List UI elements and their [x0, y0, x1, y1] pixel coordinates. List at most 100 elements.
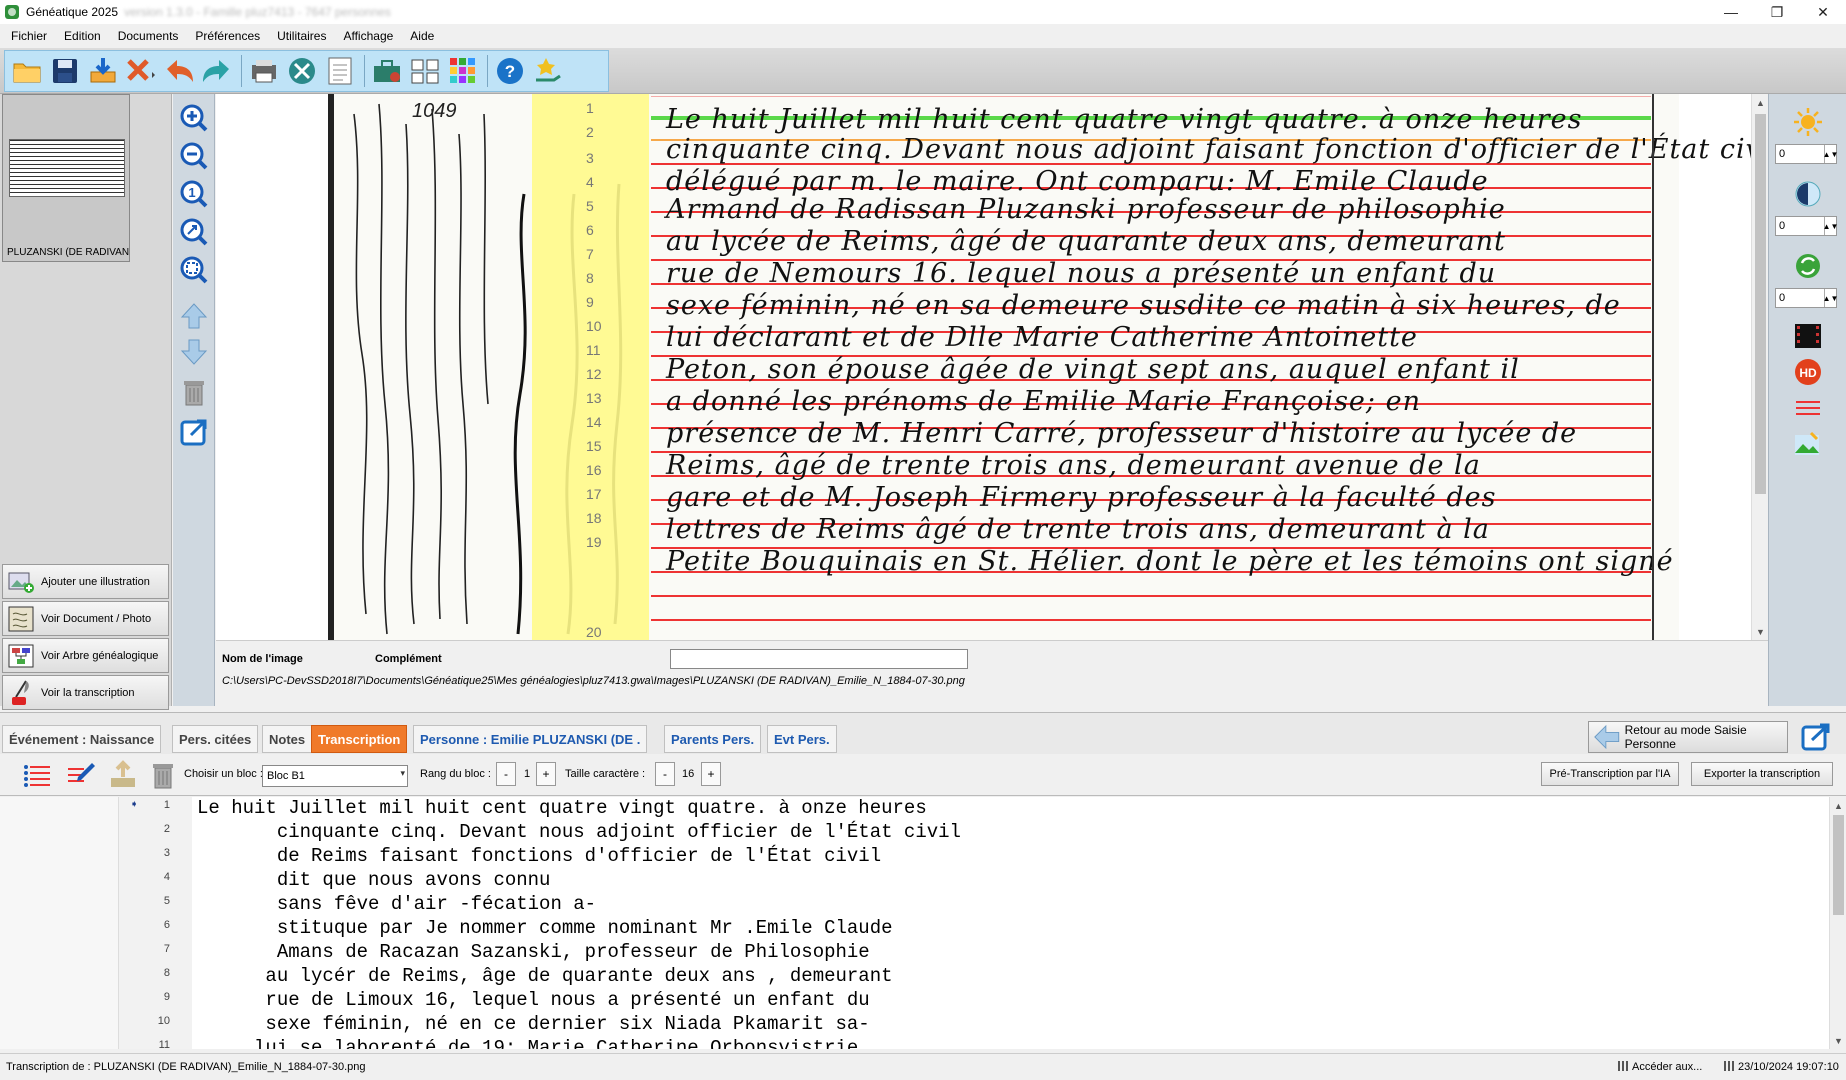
- tools-button[interactable]: [284, 53, 320, 89]
- image-viewer[interactable]: 1049 1 2 3 4 5 6 7 8 9 10 11 12 13 14 15…: [216, 94, 1768, 640]
- scrollbar-thumb[interactable]: [1755, 114, 1766, 494]
- tab-parents[interactable]: Parents Pers.: [664, 725, 762, 753]
- maximize-button[interactable]: ❐: [1754, 0, 1800, 24]
- chevron-down-icon: ▾: [400, 768, 405, 778]
- transcription-line[interactable]: stituque par Je nommer comme nominant Mr…: [197, 917, 893, 939]
- rank-decrement-button[interactable]: -: [496, 762, 516, 786]
- edit-lines-button[interactable]: [64, 758, 98, 792]
- rotate-button[interactable]: [1792, 250, 1824, 282]
- transcription-line[interactable]: cinquante cinq. Devant nous adjoint offi…: [197, 821, 961, 843]
- menu-documents[interactable]: Documents: [112, 29, 185, 43]
- return-label: Retour au mode Saisie Personne: [1624, 723, 1747, 751]
- zoom-in-button[interactable]: [178, 102, 210, 134]
- move-up-button[interactable]: [178, 300, 210, 332]
- transcription-line[interactable]: Amans de Racazan Sazanski, professeur de…: [197, 941, 870, 963]
- open-folder-button[interactable]: [9, 53, 45, 89]
- redo-button[interactable]: [199, 53, 235, 89]
- zoom-toolbar: 1: [173, 94, 215, 706]
- brightness-button[interactable]: [1792, 106, 1824, 138]
- film-button[interactable]: [1792, 320, 1824, 352]
- contrast-button[interactable]: [1792, 178, 1824, 210]
- upload-block-button[interactable]: [106, 758, 140, 792]
- tab-person[interactable]: Personne : Emilie PLUZANSKI (DE .: [413, 725, 648, 753]
- handwritten-line: délégué par m. le maire. Ont comparu: M.…: [666, 166, 1489, 197]
- transcription-line[interactable]: de Reims faisant fonctions d'officier de…: [197, 845, 881, 867]
- menu-fichier[interactable]: Fichier: [5, 29, 53, 43]
- transcription-line[interactable]: dit que nous avons connu: [197, 869, 551, 891]
- export-transcription-button[interactable]: Exporter la transcription: [1691, 762, 1833, 786]
- ai-pretranscription-button[interactable]: Pré-Transcription par l'IA: [1541, 762, 1679, 786]
- color-grid-button[interactable]: [445, 53, 481, 89]
- transcription-line[interactable]: sans fêve d'air -fécation a-: [197, 893, 596, 915]
- block-select[interactable]: Bloc B1 ▾: [262, 765, 408, 787]
- delete-image-button[interactable]: [178, 376, 210, 408]
- document-button[interactable]: [322, 53, 358, 89]
- view-tree-button[interactable]: Voir Arbre généalogique: [2, 638, 169, 673]
- undo-button[interactable]: [161, 53, 197, 89]
- brightness-spinner[interactable]: 0 ▲▼: [1775, 144, 1838, 164]
- view-document-button[interactable]: Voir Document / Photo: [2, 601, 169, 636]
- import-button[interactable]: [85, 53, 121, 89]
- contrast-spinner[interactable]: 0 ▲▼: [1775, 216, 1838, 236]
- zoom-fit-button[interactable]: [178, 216, 210, 248]
- menu-utilitaires[interactable]: Utilitaires: [271, 29, 332, 43]
- minimize-button[interactable]: —: [1708, 0, 1754, 24]
- scrollbar-thumb[interactable]: [1833, 815, 1844, 915]
- spinner-arrows-icon[interactable]: ▲▼: [1823, 217, 1838, 235]
- font-size-decrement-button[interactable]: -: [655, 762, 675, 786]
- cancel-tool-button[interactable]: [123, 53, 159, 89]
- add-illustration-button[interactable]: Ajouter une illustration: [2, 564, 169, 599]
- transcription-line[interactable]: Le huit Juillet mil huit cent quatre vin…: [197, 797, 927, 819]
- view-transcription-button[interactable]: Voir la transcription: [2, 675, 169, 710]
- tab-event-person[interactable]: Evt Pers.: [767, 725, 837, 753]
- help-button[interactable]: ?: [492, 53, 528, 89]
- transcription-line[interactable]: sexe féminin, né en ce dernier six Niada…: [197, 1013, 869, 1035]
- viewer-scrollbar[interactable]: ▲ ▼: [1751, 94, 1768, 640]
- rank-increment-button[interactable]: +: [536, 762, 556, 786]
- zoom-actual-size-button[interactable]: 1: [178, 178, 210, 210]
- spinner-arrows-icon[interactable]: ▲▼: [1823, 145, 1838, 163]
- zoom-page-button[interactable]: [178, 254, 210, 286]
- tab-event[interactable]: Événement : Naissance: [2, 725, 162, 753]
- menu-aide[interactable]: Aide: [404, 29, 440, 43]
- scroll-up-icon[interactable]: ▲: [1752, 94, 1768, 111]
- menu-affichage[interactable]: Affichage: [337, 29, 399, 43]
- tab-cited-persons[interactable]: Pers. citées: [172, 725, 259, 753]
- rotation-spinner[interactable]: 0 ▲▼: [1775, 288, 1838, 308]
- open-external-button[interactable]: [178, 416, 210, 448]
- transcription-line[interactable]: lui se laborenté de 19: Marie Catherine …: [197, 1037, 858, 1049]
- guide-line: [651, 595, 1651, 597]
- image-edit-button[interactable]: [1792, 428, 1824, 460]
- scroll-down-icon[interactable]: ▼: [1830, 1032, 1846, 1049]
- transcription-editor[interactable]: ➧ 1 2 3 4 5 6 7 8 9 10 11 Le huit Juille…: [0, 797, 1846, 1049]
- transcription-line[interactable]: rue de Limoux 16, lequel nous a présenté…: [197, 989, 869, 1011]
- spinner-arrows-icon[interactable]: ▲▼: [1823, 289, 1838, 307]
- list-lines-button[interactable]: [20, 758, 54, 792]
- hd-button[interactable]: HD: [1792, 356, 1824, 388]
- save-button[interactable]: [47, 53, 83, 89]
- briefcase-button[interactable]: [369, 53, 405, 89]
- move-down-button[interactable]: [178, 336, 210, 368]
- transcription-line[interactable]: au lycér de Reims, âge de quarante deux …: [197, 965, 892, 987]
- print-button[interactable]: [246, 53, 282, 89]
- font-size-increment-button[interactable]: +: [701, 762, 721, 786]
- return-to-person-button[interactable]: Retour au mode Saisie Personne: [1588, 721, 1788, 753]
- delete-block-button[interactable]: [146, 758, 180, 792]
- zoom-out-button[interactable]: [178, 140, 210, 172]
- tab-transcription[interactable]: Transcription: [311, 725, 408, 753]
- scroll-up-icon[interactable]: ▲: [1830, 797, 1846, 814]
- tab-notes[interactable]: Notes: [262, 725, 313, 753]
- close-button[interactable]: ✕: [1800, 0, 1846, 24]
- scroll-down-icon[interactable]: ▼: [1752, 623, 1768, 640]
- lines-button[interactable]: [1792, 392, 1824, 424]
- menu-edition[interactable]: Edition: [58, 29, 107, 43]
- popout-button[interactable]: [1796, 721, 1836, 753]
- line-number: 15: [586, 438, 602, 454]
- premium-button[interactable]: [530, 53, 566, 89]
- complement-input[interactable]: [670, 649, 968, 669]
- family-chart-button[interactable]: [407, 53, 443, 89]
- image-thumbnail[interactable]: PLUZANSKI (DE RADIVAN): [2, 94, 130, 262]
- menu-preferences[interactable]: Préférences: [189, 29, 266, 43]
- editor-scrollbar[interactable]: ▲ ▼: [1829, 797, 1846, 1049]
- access-link[interactable]: Accéder aux...: [1618, 1061, 1702, 1073]
